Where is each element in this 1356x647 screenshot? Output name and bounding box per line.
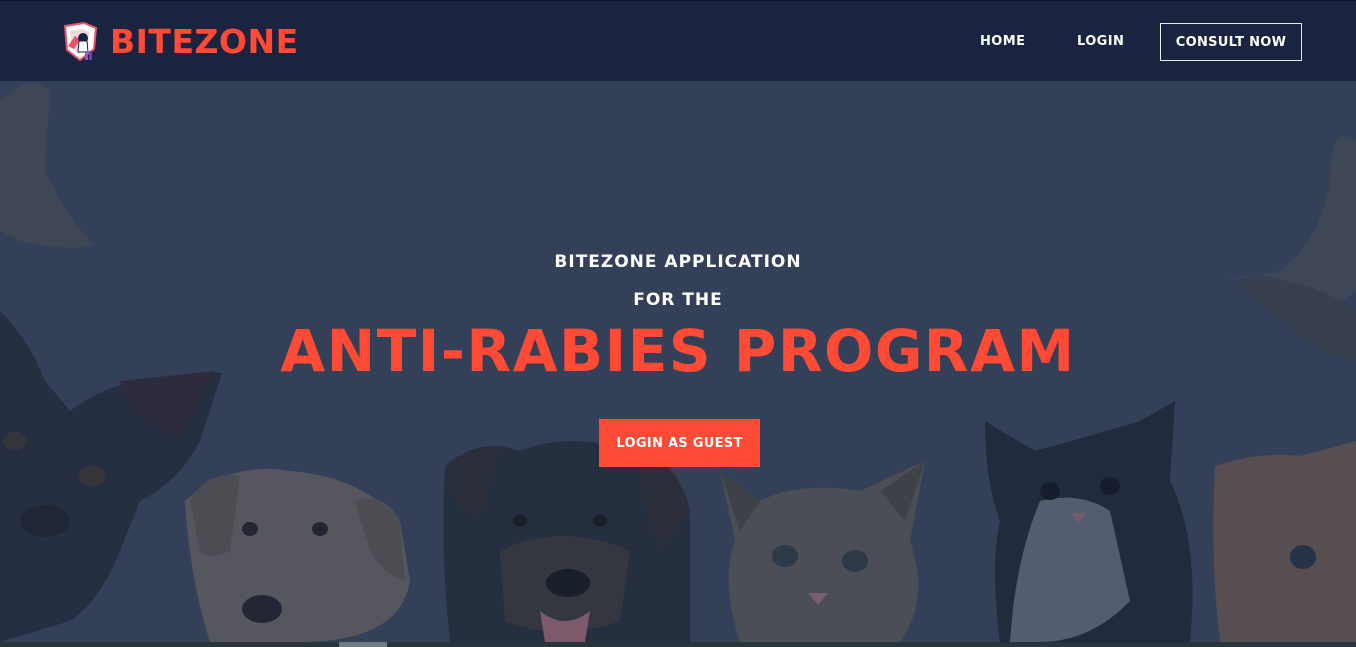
nav-home-link[interactable]: HOME	[980, 32, 1025, 52]
hero-section: BITEZONE APPLICATION FOR THE ANTI-RABIES…	[0, 81, 1356, 642]
consult-now-button[interactable]: CONSULT NOW	[1160, 23, 1302, 61]
hero-subtitle-line2: FOR THE	[633, 290, 723, 310]
login-as-guest-button[interactable]: LOGIN AS GUEST	[599, 419, 760, 467]
hero-subtitle-line1: BITEZONE APPLICATION	[554, 252, 802, 272]
scrollbar-thumb[interactable]	[339, 642, 387, 647]
horizontal-scrollbar[interactable]	[0, 642, 1356, 647]
nav-login-link[interactable]: LOGIN	[1077, 32, 1124, 52]
hero-title: ANTI-RABIES PROGRAM	[280, 317, 1076, 385]
navbar: BITEZONE HOME LOGIN CONSULT NOW	[0, 0, 1356, 81]
shield-pet-logo-icon	[63, 22, 98, 62]
brand-name: BITEZONE	[110, 22, 299, 61]
brand-link[interactable]: BITEZONE	[62, 21, 299, 63]
